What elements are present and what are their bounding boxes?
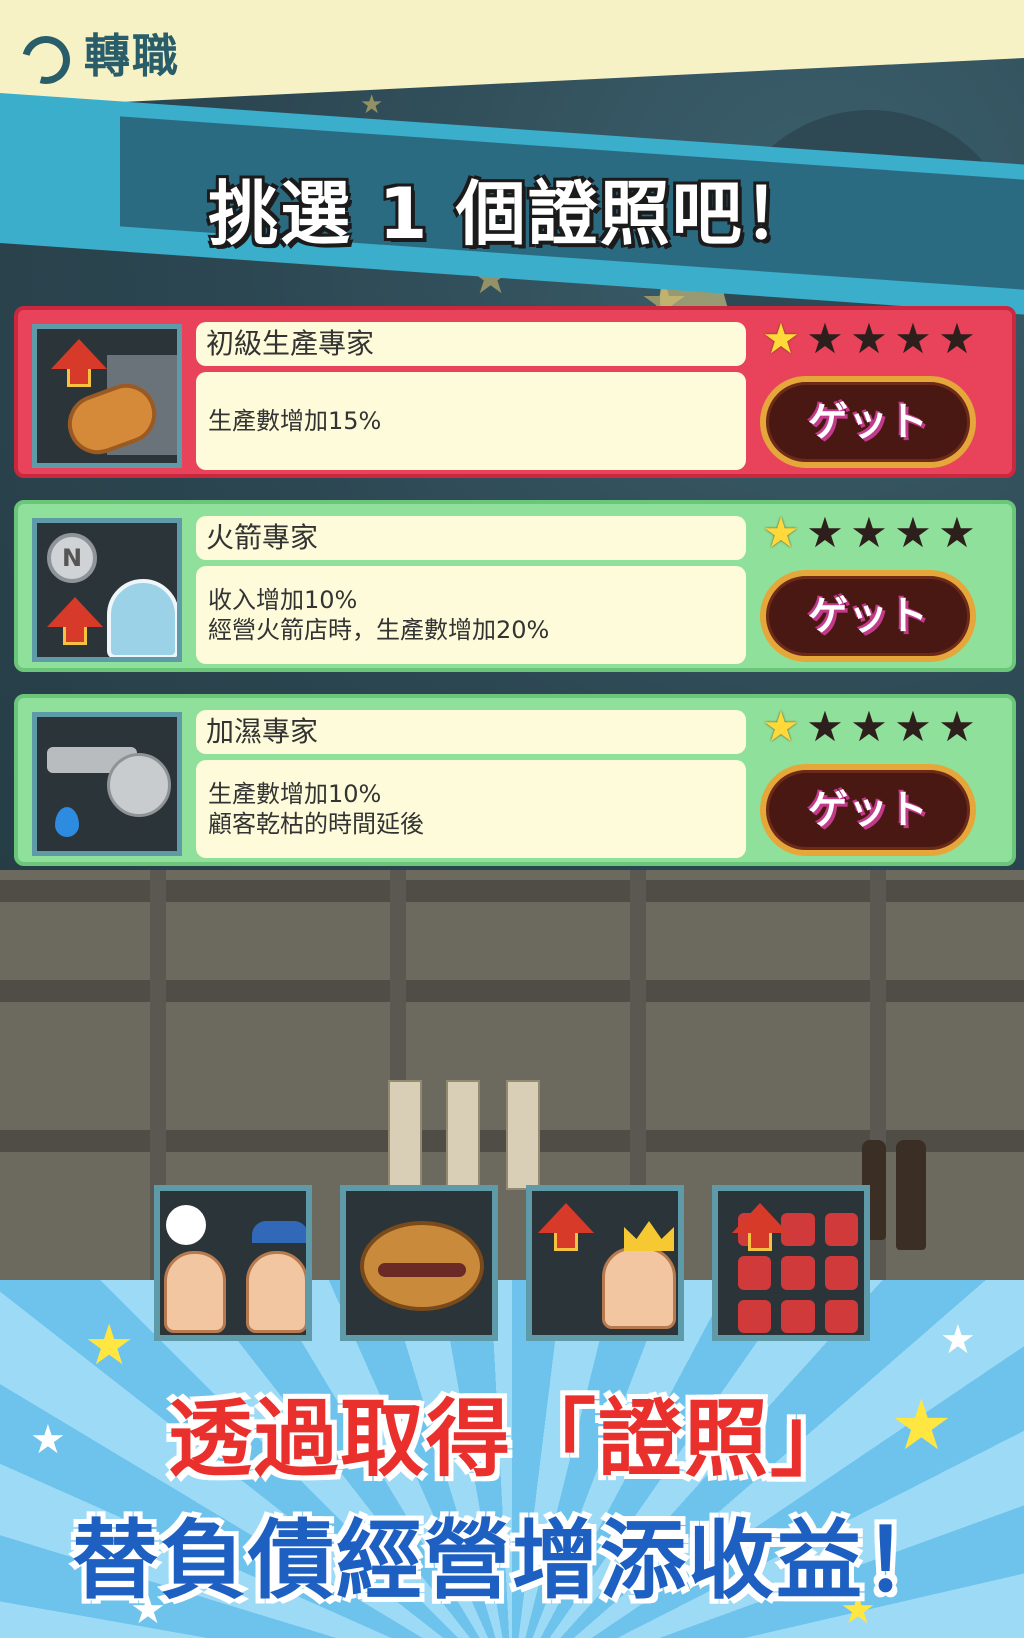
star-empty-icon: ★ [806,702,844,751]
job-change-icon [13,27,79,93]
star-empty-icon: ★ [894,508,932,557]
star-empty-icon: ★ [806,508,844,557]
king-face [602,1247,676,1329]
arrow-stem [63,627,87,645]
star-empty-icon: ★ [938,314,976,363]
arrow-stem [748,1233,772,1251]
crown-icon [624,1221,674,1251]
get-button[interactable]: ゲット [760,764,976,856]
banner-title: 挑選 1 個證照吧！ [208,173,816,255]
rating-stars: ★ ★ ★ ★ ★ [760,318,978,366]
license-card[interactable]: 加濕專家 生產數增加10% 顧客乾枯的時間延後 ★ ★ ★ ★ ★ ゲット [14,694,1016,866]
license-name: 火箭專家 [196,516,746,560]
menu-plank [388,1080,422,1190]
faucet-ball [107,753,171,817]
description-line: 經營火箭店時，生產數增加20% [208,616,550,644]
license-name: 加濕專家 [196,710,746,754]
license-card[interactable]: 初級生產專家 生產數增加15% ★ ★ ★ ★ ★ ゲット [14,306,1016,478]
bottle [896,1140,926,1250]
chef-hat [166,1205,206,1245]
character-face [164,1251,226,1333]
star-empty-icon: ★ [850,508,888,557]
promo-caption-line1: 透過取得「證照」 [167,1390,856,1488]
star-filled-icon: ★ [762,702,800,751]
star-decoration: ★ [360,90,384,120]
arrow-up-icon [732,1203,788,1233]
star-empty-icon: ★ [850,314,888,363]
star-empty-icon: ★ [938,508,976,557]
star-decoration: ★ [84,1313,135,1378]
license-card[interactable]: N 火箭專家 收入增加10% 經營火箭店時，生產數增加20% ★ ★ ★ ★ ★… [14,500,1016,672]
grid-upgrade-icon [712,1185,870,1341]
character-face [246,1251,306,1333]
description-line: 生產數增加10% [208,780,382,808]
owned-licenses-row [154,1185,870,1341]
rating-stars: ★ ★ ★ ★ ★ [760,706,978,754]
arrow-up-icon [538,1203,594,1233]
coin-icon: N [47,533,97,583]
arrow-stem [554,1233,578,1251]
arrow-stem [67,369,91,387]
dorayaki-shape [360,1221,484,1311]
star-empty-icon: ★ [850,702,888,751]
staff-characters-icon [154,1185,312,1341]
license-description: 生產數增加15% [196,372,746,470]
police-cap [252,1221,306,1243]
license-description: 生產數增加10% 顧客乾枯的時間延後 [196,760,746,858]
star-decoration: ★ [940,1317,976,1363]
star-empty-icon: ★ [894,702,932,751]
description-line: 生產數增加15% [208,407,382,435]
star-empty-icon: ★ [894,314,932,363]
star-empty-icon: ★ [938,702,976,751]
rating-stars: ★ ★ ★ ★ ★ [760,512,978,560]
astronaut-shape [107,579,177,657]
page-title: 轉職 [84,29,180,83]
faucet-icon [32,712,182,856]
king-upgrade-icon [526,1185,684,1341]
menu-plank [506,1080,540,1190]
arrow-up-icon [47,597,103,627]
get-button[interactable]: ゲット [760,570,976,662]
dorayaki-icon [340,1185,498,1341]
bread-upgrade-icon [32,324,182,468]
water-drop-icon [55,807,79,837]
description-line: 顧客乾枯的時間延後 [208,810,424,838]
coin-astronaut-icon: N [32,518,182,662]
star-filled-icon: ★ [762,508,800,557]
license-description: 收入增加10% 經營火箭店時，生產數增加20% [196,566,746,664]
get-button[interactable]: ゲット [760,376,976,468]
menu-plank [446,1080,480,1190]
star-empty-icon: ★ [806,314,844,363]
promo-caption-line2: 替負債經營增添收益！ [72,1511,952,1611]
license-name: 初級生產專家 [196,322,746,366]
description-line: 收入增加10% [208,586,358,614]
star-filled-icon: ★ [762,314,800,363]
arrow-up-icon [51,339,107,369]
